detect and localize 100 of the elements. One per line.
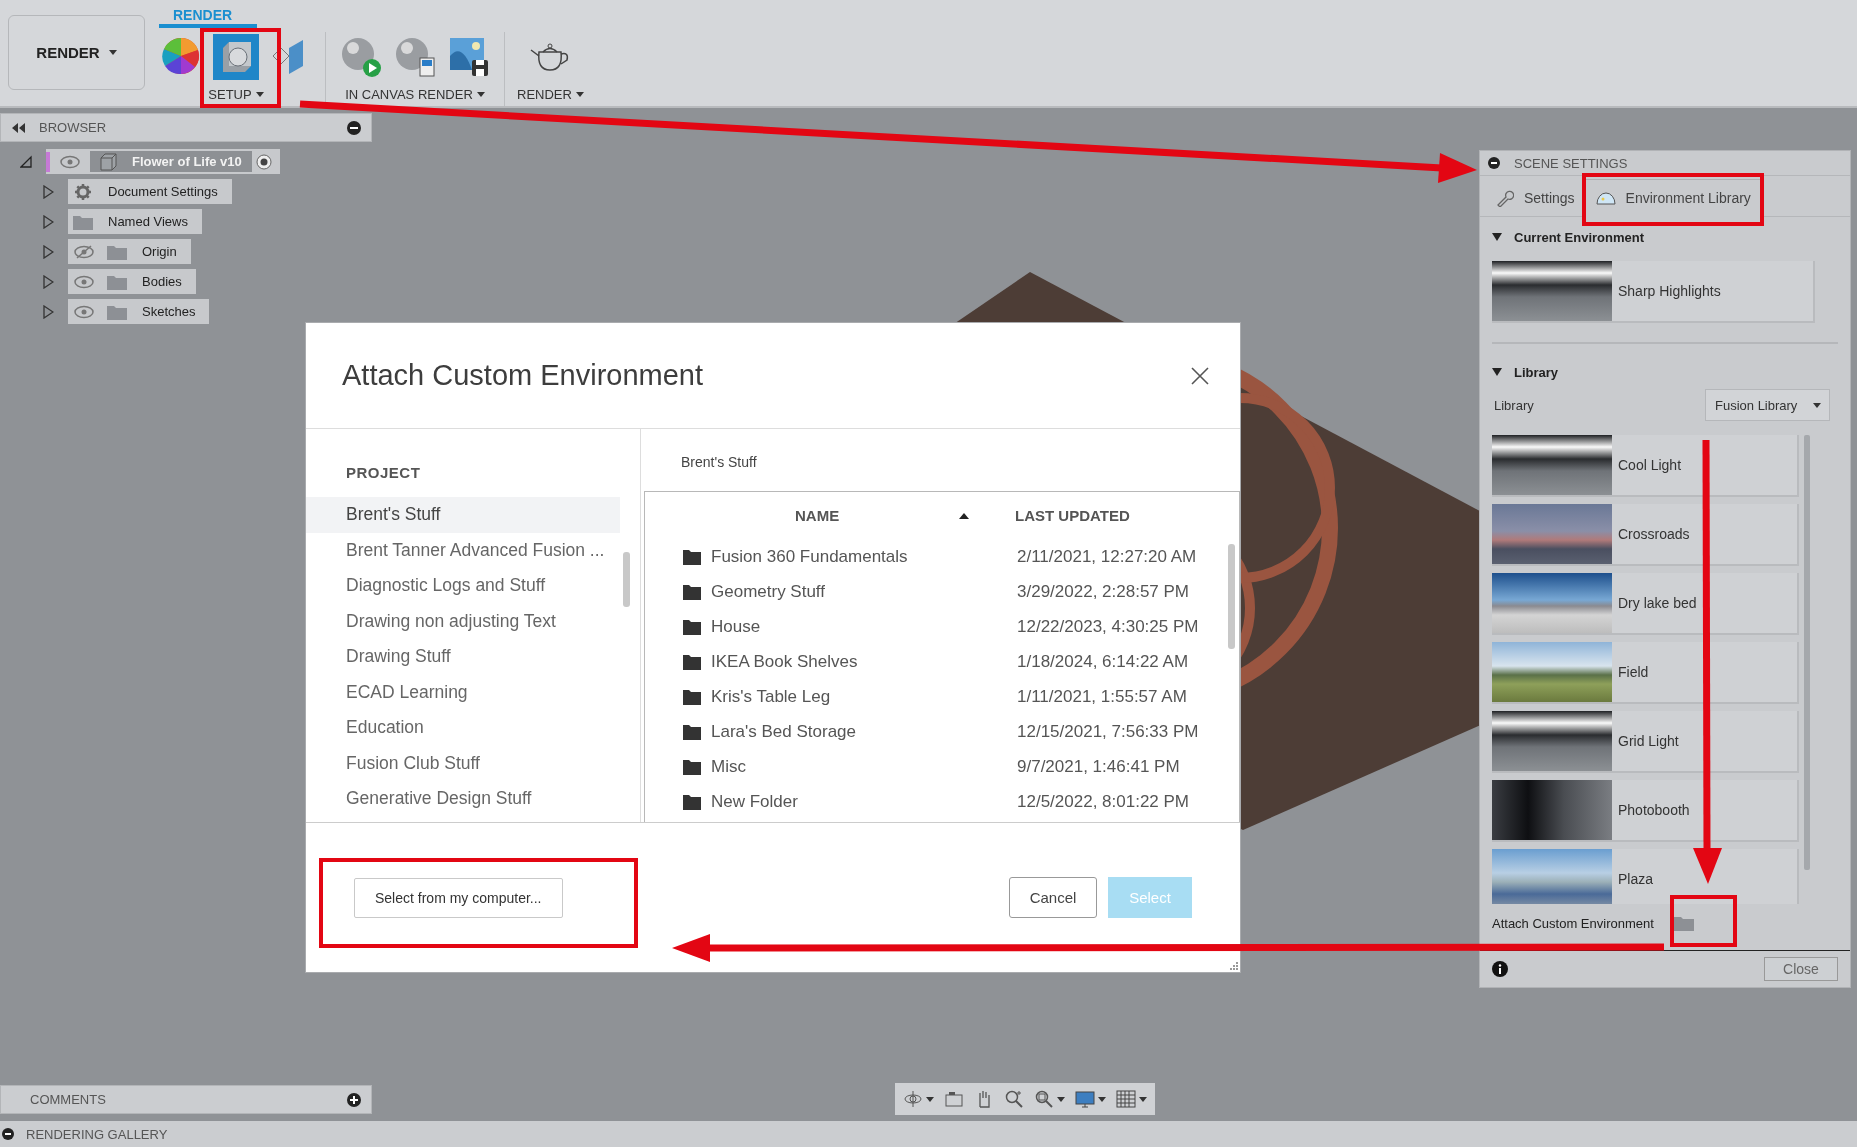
minus-circle-icon[interactable] [1488, 157, 1500, 169]
project-item[interactable]: Fusion Club Stuff [306, 745, 620, 781]
folder-icon [683, 723, 701, 740]
panel-tab[interactable]: Environment Library [1584, 179, 1762, 217]
toolbar-group-dropdown[interactable]: SETUP [208, 82, 264, 106]
tree-node[interactable]: Named Views [68, 209, 202, 234]
grid-icon[interactable] [1116, 1089, 1136, 1109]
workspace-dropdown[interactable]: RENDER [8, 15, 145, 90]
folder-icon [107, 243, 127, 260]
expand-triangle-icon[interactable] [42, 184, 54, 199]
display-monitor-icon[interactable] [1075, 1089, 1095, 1109]
expanded-triangle-icon[interactable] [20, 154, 32, 169]
eye-icon[interactable] [74, 274, 94, 289]
column-header[interactable]: LAST UPDATED [1015, 507, 1130, 524]
tree-label: Document Settings [107, 184, 218, 199]
breadcrumb[interactable]: Brent's Stuff [641, 429, 1240, 491]
panel-title: COMMENTS [30, 1092, 106, 1107]
scrollbar-thumb[interactable] [623, 552, 630, 607]
project-item[interactable]: Diagnostic Logs and Stuff [306, 568, 620, 604]
resize-grip-icon[interactable] [1230, 962, 1238, 970]
environment-item[interactable]: Grid Light [1492, 711, 1799, 773]
column-header[interactable]: NAME [795, 507, 840, 524]
project-item[interactable]: Brent Tanner Advanced Fusion ... [306, 532, 620, 568]
environment-item[interactable]: Plaza [1492, 849, 1799, 904]
zoom-window-icon[interactable] [1034, 1089, 1054, 1109]
tree-label: Bodies [141, 274, 182, 289]
wrench-icon [1496, 189, 1514, 207]
caret-icon [476, 91, 485, 97]
section-heading: Library [1514, 364, 1559, 380]
collapse-triangle-icon[interactable] [1492, 233, 1502, 241]
folder-name[interactable]: Kris's Table Leg [711, 686, 831, 707]
minus-circle-icon[interactable] [2, 1128, 14, 1140]
minus-circle-icon[interactable] [347, 120, 361, 135]
environment-item[interactable]: Sharp Highlights [1492, 261, 1815, 323]
image-save-icon[interactable] [448, 36, 490, 78]
environment-item[interactable]: Photobooth [1492, 780, 1799, 842]
toolbar-group-dropdown[interactable]: IN CANVAS RENDER [345, 82, 485, 106]
caret-icon [575, 91, 584, 97]
tree-node[interactable]: Sketches [68, 299, 210, 324]
eye-icon[interactable] [60, 154, 80, 169]
project-item[interactable]: Brent's Stuff [306, 497, 620, 533]
project-item[interactable]: Drawing non adjusting Text [306, 603, 620, 639]
project-item[interactable]: ECAD Learning [306, 674, 620, 710]
expand-triangle-icon[interactable] [42, 274, 54, 289]
zoom-icon[interactable] [1004, 1089, 1024, 1109]
eye-slash-icon[interactable] [74, 244, 94, 259]
scrollbar-thumb[interactable] [1804, 435, 1810, 870]
attach-label: Attach Custom Environment [1492, 915, 1654, 931]
dome-icon [1595, 191, 1616, 205]
tree-node[interactable]: Bodies [68, 269, 196, 294]
cancel-button[interactable]: Cancel [1009, 877, 1097, 918]
folder-name[interactable]: House [711, 616, 761, 637]
orbit-icon[interactable] [903, 1089, 923, 1109]
plus-circle-icon[interactable] [347, 1092, 361, 1107]
camera-icon[interactable] [944, 1089, 964, 1109]
folder-name[interactable]: Fusion 360 Fundamentals [711, 546, 908, 567]
scrollbar-thumb[interactable] [1228, 544, 1235, 649]
radio-target-icon[interactable] [255, 153, 272, 170]
folder-name[interactable]: Misc [711, 756, 746, 777]
expand-triangle-icon[interactable] [42, 304, 54, 319]
highlight-frame [1670, 895, 1737, 947]
select-from-computer-button[interactable]: Select from my computer... [354, 877, 563, 918]
date-cell-text: 3/29/2022, 2:28:57 PM [1016, 581, 1190, 602]
folder-name[interactable]: Geometry Stuff [711, 581, 825, 602]
environment-item[interactable]: Cool Light [1492, 435, 1799, 497]
folder-name[interactable]: IKEA Book Shelves [711, 651, 858, 672]
caret-icon [1057, 1096, 1065, 1102]
eye-icon[interactable] [74, 304, 94, 319]
collapse-triangle-icon[interactable] [1492, 368, 1502, 376]
component-box-icon [98, 152, 118, 171]
tree-node[interactable]: Document Settings [68, 179, 232, 204]
library-dropdown[interactable]: Fusion Library [1705, 389, 1830, 421]
environment-item[interactable]: Dry lake bed [1492, 573, 1799, 635]
tree-node[interactable]: Origin [68, 239, 191, 264]
date-cell-text: 1/11/2021, 1:55:57 AM [1016, 686, 1187, 707]
panel-tab[interactable]: Settings [1486, 180, 1585, 216]
project-item[interactable]: Drawing Stuff [306, 639, 620, 675]
expand-triangle-icon[interactable] [42, 244, 54, 259]
section-heading: Current Environment [1514, 229, 1644, 245]
close-icon[interactable] [1190, 365, 1210, 386]
sphere-play-icon[interactable] [340, 36, 382, 78]
caret-icon [926, 1096, 934, 1102]
collapse-icon[interactable] [11, 122, 25, 133]
sort-arrow-icon[interactable] [959, 512, 970, 519]
expand-triangle-icon[interactable] [42, 214, 54, 229]
folder-name[interactable]: New Folder [711, 791, 798, 812]
toolbar-group-dropdown[interactable]: RENDER [517, 82, 584, 106]
project-item[interactable]: Education [306, 710, 620, 746]
close-button[interactable]: Close [1764, 957, 1838, 981]
environment-item[interactable]: Crossroads [1492, 504, 1799, 566]
date-cell-text: 1/18/2024, 6:14:22 AM [1016, 651, 1189, 672]
info-icon[interactable] [1492, 961, 1508, 977]
folder-name[interactable]: Lara's Bed Storage [711, 721, 856, 742]
sphere-document-icon[interactable] [394, 36, 436, 78]
project-item[interactable]: Generative Design Stuff [306, 781, 620, 817]
environment-item[interactable]: Field [1492, 642, 1799, 704]
date-cell-text: 12/22/2023, 4:30:25 PM [1016, 616, 1199, 637]
column-heading: PROJECT [345, 464, 422, 483]
caret-icon [1813, 402, 1821, 408]
tree-label: Origin [141, 244, 177, 259]
